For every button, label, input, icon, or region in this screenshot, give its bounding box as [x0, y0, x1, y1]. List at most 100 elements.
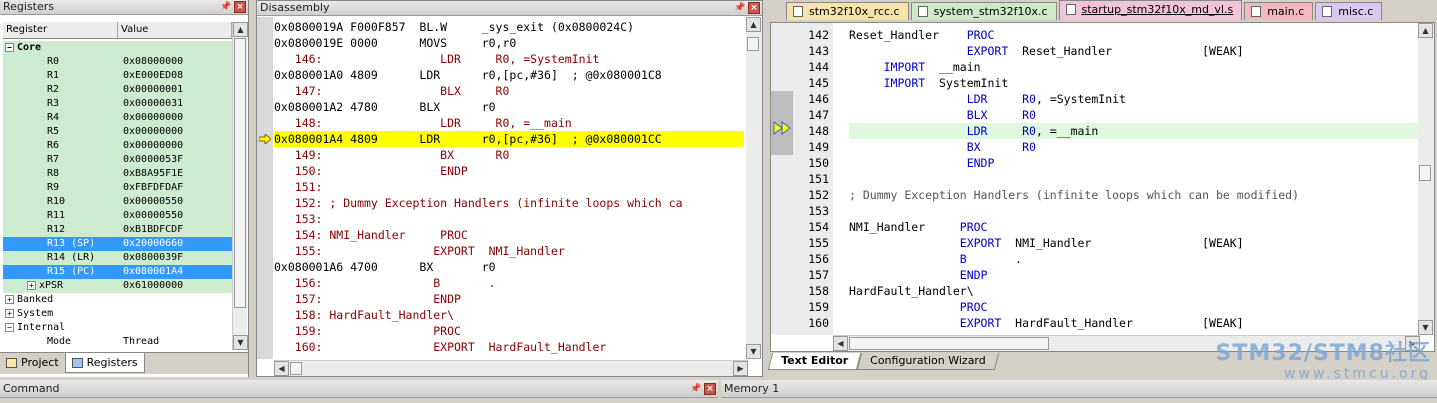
register-row[interactable]: R4 0x00000000 [3, 111, 232, 125]
text-editor[interactable]: 142 143 144 145 146 147 148 149 150 151 152 153 154 1… [770, 22, 1435, 352]
register-value[interactable] [121, 321, 232, 335]
register-row[interactable]: R8 0xB8A95F1E [3, 167, 232, 181]
file-tab[interactable]: main.c [1244, 2, 1314, 20]
scroll-left-icon[interactable]: ◀ [833, 336, 848, 351]
register-value[interactable]: 0x00000031 [121, 97, 232, 111]
tab-project[interactable]: Project [0, 353, 65, 373]
disassembly-line[interactable]: 151: [274, 179, 744, 195]
close-icon[interactable]: × [748, 2, 760, 14]
tree-group-core[interactable]: − Core [3, 41, 232, 55]
disassembly-line-current[interactable]: 0x080001A4 4809 LDR r0,[pc,#36] ; @0x080… [274, 131, 744, 147]
disassembly-line[interactable]: 155: EXPORT NMI_Handler [274, 243, 744, 259]
close-icon[interactable]: × [234, 1, 246, 13]
register-row[interactable]: R10 0x00000550 [3, 195, 232, 209]
disassembly-gutter[interactable] [257, 17, 273, 359]
register-value[interactable]: 0x080001A4 [121, 265, 232, 279]
register-row-mode[interactable]: Mode Thread [3, 335, 232, 349]
register-row[interactable]: + xPSR 0x61000000 [3, 279, 232, 293]
disassembly-line[interactable]: 160: EXPORT HardFault_Handler [274, 339, 744, 355]
collapse-icon[interactable]: − [5, 322, 14, 332]
scroll-down-icon[interactable]: ▼ [1418, 320, 1433, 335]
file-tab[interactable]: startup_stm32f10x_md_vl.s [1058, 0, 1243, 20]
tab-configuration-wizard[interactable]: Configuration Wizard [856, 353, 999, 370]
close-icon[interactable]: × [704, 383, 716, 395]
disassembly-line[interactable]: 0x080001A2 4780 BLX r0 [274, 99, 744, 115]
register-value[interactable]: 0x08000000 [121, 55, 232, 69]
pin-icon[interactable]: 📌 [220, 1, 232, 13]
tree-group-banked[interactable]: + Banked [3, 293, 232, 307]
scroll-left-icon[interactable]: ◀ [274, 361, 289, 376]
expand-icon[interactable]: + [5, 294, 14, 304]
registers-scrollbar[interactable]: ▲ ▼ [232, 22, 248, 350]
register-row[interactable]: R3 0x00000031 [3, 97, 232, 111]
disassembly-line[interactable]: 159: PROC [274, 323, 744, 339]
tab-text-editor[interactable]: Text Editor [767, 353, 862, 370]
file-tab[interactable]: system_stm32f10x.c [910, 2, 1057, 20]
editor-vscroll[interactable]: ▲ ▼ [1418, 23, 1434, 335]
disassembly-vscroll[interactable]: ▲ ▼ [746, 17, 762, 359]
register-row[interactable]: R15 (PC) 0x080001A4 [3, 265, 232, 279]
pin-icon[interactable]: 📌 [690, 383, 702, 395]
register-value[interactable]: 0x00000001 [121, 83, 232, 97]
register-value[interactable]: 0xB8A95F1E [121, 167, 232, 181]
pin-icon[interactable]: 📌 [734, 2, 746, 14]
disassembly-line[interactable]: 156: B . [274, 275, 744, 291]
scroll-thumb[interactable] [1419, 165, 1431, 181]
collapse-icon[interactable]: − [5, 42, 14, 52]
disassembly-line[interactable]: 150: ENDP [274, 163, 744, 179]
tab-registers[interactable]: Registers [64, 353, 145, 373]
register-row[interactable]: R9 0xFBFDFDAF [3, 181, 232, 195]
scroll-thumb[interactable] [747, 37, 759, 51]
disassembly-line[interactable]: 146: LDR R0, =SystemInit [274, 51, 744, 67]
disassembly-line[interactable]: 0x0800019A F000F857 BL.W _sys_exit (0x08… [274, 19, 744, 35]
register-value[interactable]: 0x00000000 [121, 125, 232, 139]
disassembly-line[interactable]: 148: LDR R0, =__main [274, 115, 744, 131]
register-value[interactable] [121, 293, 232, 307]
scroll-right-icon[interactable]: ▶ [733, 361, 748, 376]
expand-icon[interactable]: + [5, 308, 14, 318]
register-row[interactable]: R6 0x00000000 [3, 139, 232, 153]
scroll-thumb[interactable] [290, 362, 302, 375]
register-row[interactable]: R11 0x00000550 [3, 209, 232, 223]
disassembly-line[interactable]: 0x080001A0 4809 LDR r0,[pc,#36] ; @0x080… [274, 67, 744, 83]
register-value[interactable]: 0x00000550 [121, 195, 232, 209]
register-value[interactable]: 0xFBFDFDAF [121, 181, 232, 195]
register-value[interactable] [121, 41, 232, 55]
register-value[interactable]: 0x0000053F [121, 153, 232, 167]
disassembly-line[interactable]: 152: ; Dummy Exception Handlers (infinit… [274, 195, 744, 211]
register-row[interactable]: R0 0x08000000 [3, 55, 232, 69]
disassembly-line[interactable]: 154: NMI_Handler PROC [274, 227, 744, 243]
scroll-down-icon[interactable]: ▼ [746, 344, 761, 359]
scroll-up-icon[interactable]: ▲ [1418, 23, 1433, 38]
tree-group-internal[interactable]: − Internal [3, 321, 232, 335]
scroll-up-icon[interactable]: ▲ [233, 22, 248, 37]
scroll-thumb[interactable] [234, 38, 246, 308]
disassembly-line[interactable]: 149: BX R0 [274, 147, 744, 163]
register-value[interactable]: Thread [121, 335, 232, 349]
register-value[interactable]: 0x00000000 [121, 111, 232, 125]
register-row[interactable]: R13 (SP) 0x20000660 [3, 237, 232, 251]
scroll-down-icon[interactable]: ▼ [233, 335, 248, 350]
register-value[interactable]: 0x0800039F [121, 251, 232, 265]
register-value[interactable] [121, 307, 232, 321]
disassembly-hscroll[interactable]: ◀ ▶ [274, 360, 748, 376]
disassembly-line[interactable]: 157: ENDP [274, 291, 744, 307]
disassembly-line[interactable]: 0x080001A6 4700 BX r0 [274, 259, 744, 275]
register-row[interactable]: R5 0x00000000 [3, 125, 232, 139]
register-value[interactable]: 0x20000660 [121, 237, 232, 251]
disassembly-line[interactable]: 0x0800019E 0000 MOVS r0,r0 [274, 35, 744, 51]
disassembly-line[interactable]: 147: BLX R0 [274, 83, 744, 99]
register-value[interactable]: 0xB1BDFCDF [121, 223, 232, 237]
register-value[interactable]: 0x00000000 [121, 139, 232, 153]
expand-icon[interactable]: + [27, 280, 36, 290]
scroll-thumb[interactable] [849, 337, 1049, 350]
column-header-register[interactable]: Register [3, 22, 118, 38]
register-row[interactable]: R12 0xB1BDFCDF [3, 223, 232, 237]
file-tab[interactable]: stm32f10x_rcc.c [786, 2, 909, 20]
register-row[interactable]: R2 0x00000001 [3, 83, 232, 97]
disassembly-line[interactable]: 158: HardFault_Handler\ [274, 307, 744, 323]
register-row[interactable]: R7 0x0000053F [3, 153, 232, 167]
register-row[interactable]: R1 0xE000ED08 [3, 69, 232, 83]
file-tab[interactable]: misc.c [1315, 2, 1383, 20]
register-value[interactable]: 0xE000ED08 [121, 69, 232, 83]
